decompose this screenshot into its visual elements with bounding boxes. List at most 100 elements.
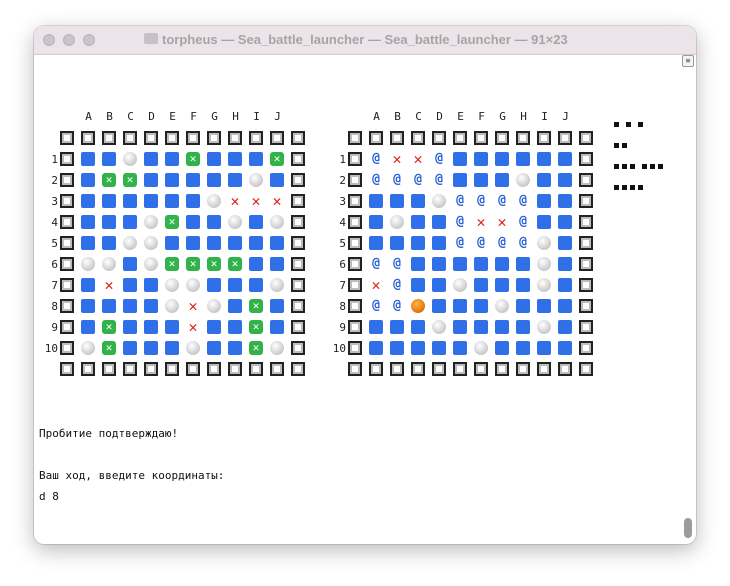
water-cell: [228, 278, 242, 292]
column-header: A: [373, 110, 380, 123]
hit-marker: ✕: [272, 192, 282, 210]
water-cell: [207, 320, 221, 334]
sunk-marker: ✕: [165, 215, 179, 229]
water-cell: [186, 173, 200, 187]
ship-segment: [642, 164, 647, 169]
water-cell: [165, 320, 179, 334]
scroll-menu-icon[interactable]: ≡: [682, 55, 694, 67]
water-cell: [369, 194, 383, 208]
zoom-button[interactable]: [83, 34, 95, 46]
frame-cell: [186, 131, 200, 145]
miss-marker: [207, 299, 221, 313]
cyclone-icon: @: [456, 235, 464, 250]
water-cell: [270, 173, 284, 187]
cyclone-icon: @: [393, 277, 401, 292]
status-message: Пробитие подтверждаю!: [39, 427, 179, 440]
ship-group: [614, 154, 666, 169]
minimize-button[interactable]: [63, 34, 75, 46]
miss-marker: [186, 278, 200, 292]
water-cell: [432, 257, 446, 271]
column-header: B: [106, 110, 113, 123]
scrollbar-thumb[interactable]: [684, 518, 692, 538]
water-cell: [432, 215, 446, 229]
terminal-content[interactable]: A B C D E F G H I J ✕ ✕ ✕ ✕ ✕ ✕ ✕ ✕ ✕ ✕ ✕ ✕ ✕ ✕ ✕ ✕ ✕ ✕ ✕ ✕ 1 2 3 4 5 6 7 8 9 1…: [34, 55, 696, 544]
water-cell: [474, 257, 488, 271]
ship-segment: [630, 185, 635, 190]
miss-marker: [390, 215, 404, 229]
water-cell: [369, 215, 383, 229]
frame-cell: [537, 131, 551, 145]
frame-cell: [537, 362, 551, 376]
frame-cell: [348, 194, 362, 208]
frame-cell: [432, 362, 446, 376]
water-cell: [516, 278, 530, 292]
frame-cell: [81, 362, 95, 376]
water-cell: [537, 152, 551, 166]
water-cell: [432, 299, 446, 313]
frame-cell: [60, 278, 74, 292]
column-header: J: [274, 110, 281, 123]
cyclone-icon: @: [519, 235, 527, 250]
water-cell: [270, 236, 284, 250]
water-cell: [390, 236, 404, 250]
water-cell: [495, 341, 509, 355]
water-cell: [102, 299, 116, 313]
close-button[interactable]: [43, 34, 55, 46]
frame-cell: [291, 131, 305, 145]
frame-cell: [369, 131, 383, 145]
water-cell: [558, 320, 572, 334]
water-cell: [390, 341, 404, 355]
cyclone-icon: @: [498, 235, 506, 250]
water-cell: [102, 215, 116, 229]
water-cell: [165, 236, 179, 250]
frame-cell: [102, 131, 116, 145]
hit-marker: ✕: [251, 192, 261, 210]
sunk-marker: ✕: [102, 341, 116, 355]
terminal-window: torpheus — Sea_battle_launcher — Sea_bat…: [34, 26, 696, 544]
miss-marker: [270, 278, 284, 292]
water-cell: [123, 299, 137, 313]
frame-cell: [291, 236, 305, 250]
miss-marker: [474, 341, 488, 355]
orange-marker: [411, 299, 425, 313]
column-header: F: [190, 110, 197, 123]
water-cell: [558, 257, 572, 271]
water-cell: [81, 236, 95, 250]
title-bar[interactable]: torpheus — Sea_battle_launcher — Sea_bat…: [34, 26, 696, 55]
row-label: 10: [44, 342, 58, 355]
window-title: torpheus — Sea_battle_launcher — Sea_bat…: [162, 32, 568, 47]
water-cell: [558, 236, 572, 250]
miss-marker: [144, 215, 158, 229]
miss-marker: [537, 236, 551, 250]
cyclone-icon: @: [477, 235, 485, 250]
water-cell: [81, 278, 95, 292]
water-cell: [123, 194, 137, 208]
water-cell: [228, 320, 242, 334]
miss-marker: [432, 320, 446, 334]
frame-cell: [579, 131, 593, 145]
ship-segment: [658, 164, 663, 169]
input-line[interactable]: d 8: [39, 490, 59, 503]
cyclone-icon: @: [456, 193, 464, 208]
water-cell: [516, 320, 530, 334]
miss-marker: [516, 173, 530, 187]
hit-marker: ✕: [497, 213, 507, 231]
frame-cell: [291, 257, 305, 271]
sunk-marker: ✕: [186, 152, 200, 166]
water-cell: [144, 173, 158, 187]
water-cell: [249, 215, 263, 229]
water-cell: [81, 320, 95, 334]
water-cell: [144, 341, 158, 355]
row-label: 1: [339, 153, 346, 166]
hit-marker: ✕: [188, 297, 198, 315]
water-cell: [207, 236, 221, 250]
water-cell: [228, 173, 242, 187]
water-cell: [270, 320, 284, 334]
water-cell: [411, 257, 425, 271]
miss-marker: [537, 278, 551, 292]
column-header: C: [415, 110, 422, 123]
miss-marker: [453, 278, 467, 292]
cyclone-icon: @: [456, 214, 464, 229]
cyclone-icon: @: [393, 298, 401, 313]
frame-cell: [60, 131, 74, 145]
